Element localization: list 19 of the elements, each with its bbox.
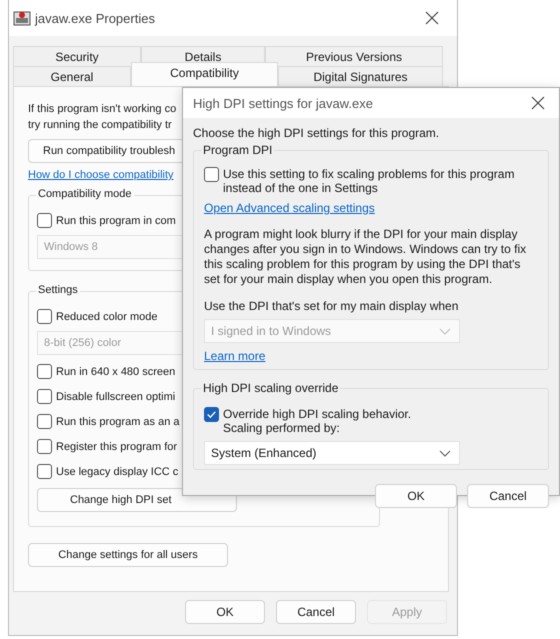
dialog-title: High DPI settings for javaw.exe [193, 96, 374, 110]
group-title: High DPI scaling override [201, 381, 340, 395]
checkbox-label: Run this program as an a [56, 416, 180, 428]
dropdown-label: Use the DPI that's set for my main display when [204, 299, 460, 313]
intro-text: If this program isn't working co try running the compatibility tr [28, 102, 176, 133]
checkbox-label: Register this program for [56, 440, 178, 452]
checkbox-label: Disable fullscreen optimi [56, 390, 176, 402]
group-title: Settings [36, 284, 80, 296]
checkbox-label: Override high DPI scaling behavior. Scaling performed by: [223, 407, 412, 435]
group-title: Program DPI [201, 143, 274, 157]
checkbox-label: Use this setting to fix scaling problems for this program instead of the one in Settings [223, 167, 514, 195]
checkbox-label: Run in 640 x 480 screen [56, 366, 176, 378]
checkbox-label: Use legacy display ICC c [56, 466, 178, 478]
window-title: javaw.exe Properties [35, 10, 156, 26]
checkbox-label: Run this program in com [56, 214, 176, 226]
description-text: A program might look blurry if the DPI for your main display changes after you sign in to Windows. Windows can try to fix this scaling problem for this program by using the DPI that's set for your main display when you open this program. [204, 227, 528, 287]
group-title: Compatibility mode [36, 188, 134, 200]
checkbox-label: Reduced color mode [56, 310, 158, 322]
dialog-intro: Choose the high DPI settings for this program. [193, 126, 440, 140]
